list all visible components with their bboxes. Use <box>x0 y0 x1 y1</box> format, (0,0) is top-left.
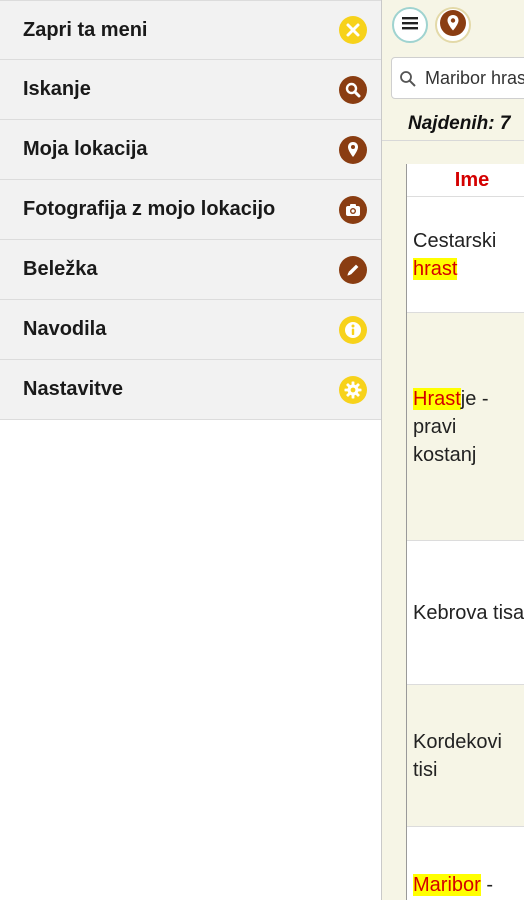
gear-icon <box>339 375 367 404</box>
row-name: Hrastje - pravi kostanj <box>413 387 489 466</box>
menu-button[interactable] <box>392 7 428 43</box>
menu-item-search[interactable]: Iskanje <box>0 60 381 120</box>
table-row[interactable]: Kebrova tisa <box>407 541 524 685</box>
row-name: Kordekovi tisi <box>413 730 502 781</box>
hamburger-icon <box>401 15 419 36</box>
top-toolbar <box>382 0 524 52</box>
results-table: Ime Cestarski hrast Hrastje - pravi kost… <box>406 164 524 900</box>
search-input[interactable] <box>425 64 524 92</box>
search-icon <box>339 75 367 104</box>
menu-item-instructions[interactable]: Navodila <box>0 300 381 360</box>
menu-item-label: Nastavitve <box>23 378 124 400</box>
menu-item-close[interactable]: Zapri ta meni <box>0 0 381 60</box>
menu-item-label: Moja lokacija <box>23 138 148 160</box>
search-box[interactable] <box>391 57 524 99</box>
menu-item-photo-location[interactable]: Fotografija z mojo lokacijo <box>0 180 381 240</box>
location-button[interactable] <box>435 7 471 43</box>
row-name: Kebrova tisa <box>413 601 524 624</box>
menu-item-note[interactable]: Beležka <box>0 240 381 300</box>
side-menu: Zapri ta meni Iskanje Moja lokacija Foto… <box>0 0 382 900</box>
menu-item-label: Fotografija z mojo lokacijo <box>23 198 276 220</box>
pencil-icon <box>339 255 367 284</box>
divider <box>382 140 524 141</box>
row-name: Cestarski hrast <box>413 229 497 280</box>
location-pin-icon <box>440 9 466 41</box>
menu-item-label: Beležka <box>23 258 98 280</box>
table-row[interactable]: Hrastje - pravi kostanj <box>407 313 524 541</box>
menu-item-label: Navodila <box>23 318 107 340</box>
results-panel: Najdenih: 7 Ime Cestarski hrast Hrastje … <box>382 0 524 900</box>
menu-item-my-location[interactable]: Moja lokacija <box>0 120 381 180</box>
close-icon <box>339 16 367 44</box>
column-header-name: Ime <box>407 164 524 197</box>
camera-icon <box>339 195 367 224</box>
location-pin-icon <box>339 135 367 164</box>
menu-item-label: Iskanje <box>23 78 91 100</box>
table-row[interactable]: Kordekovi tisi <box>407 685 524 827</box>
info-icon <box>339 315 367 344</box>
results-count: Najdenih: 7 <box>408 113 511 134</box>
row-name: Maribor - <box>413 873 494 896</box>
magnifier-icon <box>399 70 417 93</box>
menu-item-label: Zapri ta meni <box>23 18 148 41</box>
table-row[interactable]: Maribor - <box>407 827 524 900</box>
table-row[interactable]: Cestarski hrast <box>407 197 524 313</box>
menu-item-settings[interactable]: Nastavitve <box>0 360 381 420</box>
